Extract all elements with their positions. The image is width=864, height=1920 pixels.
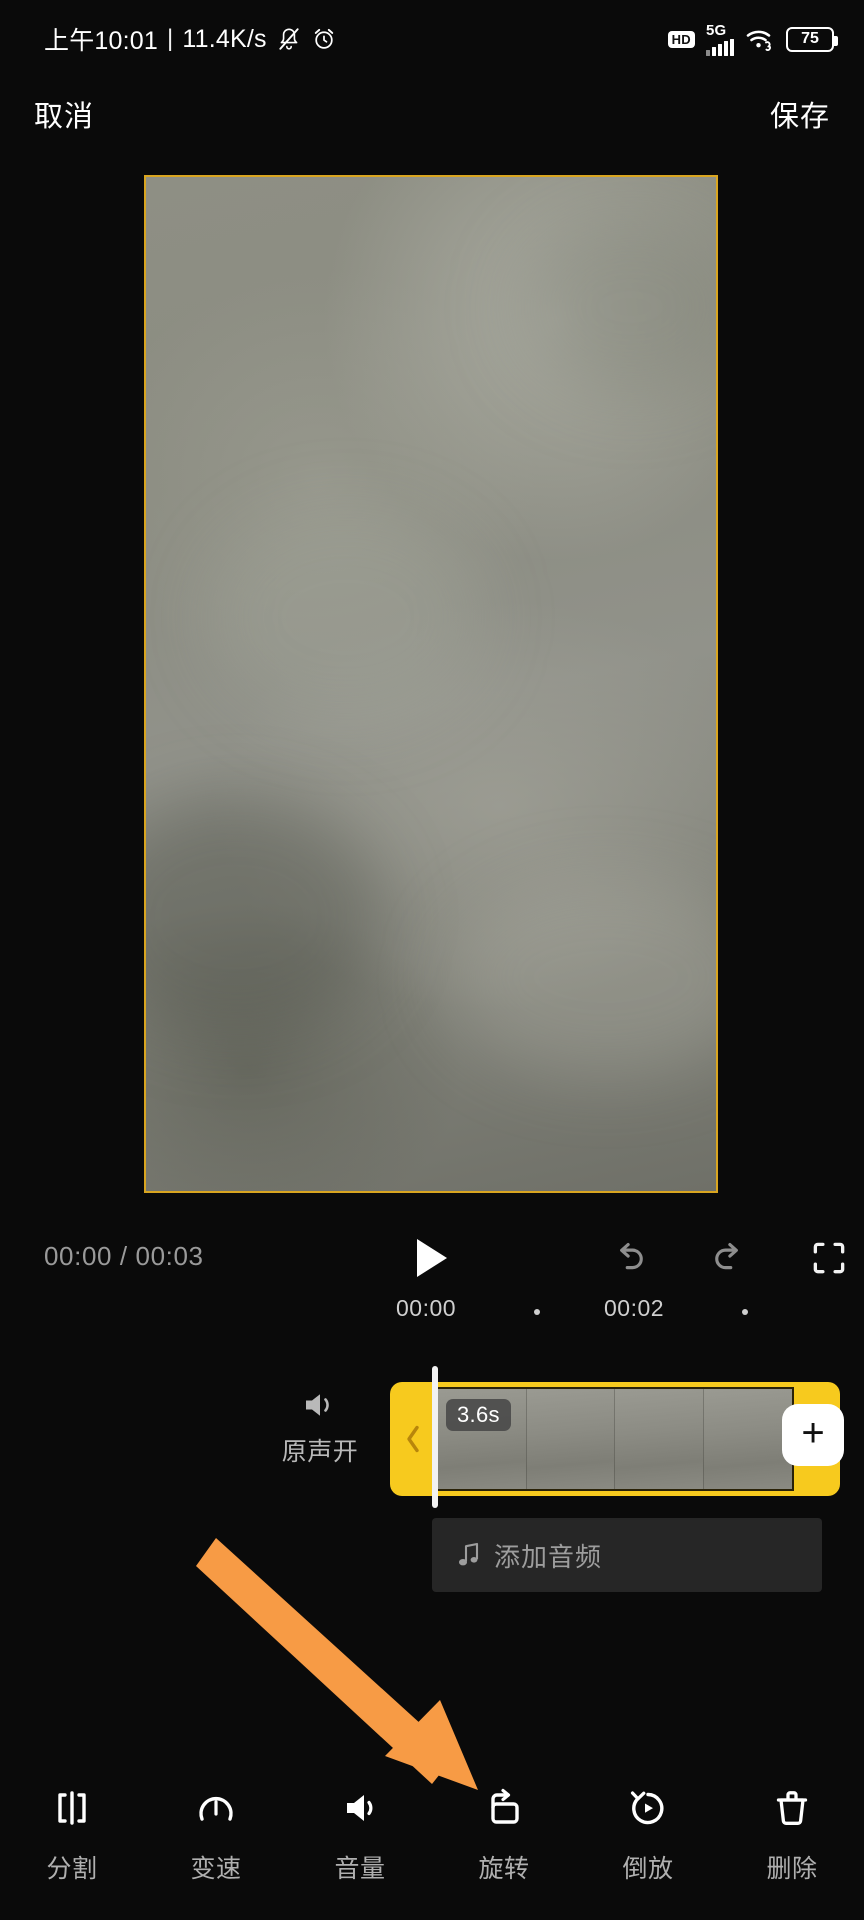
status-bar-left: 上午10:01 | 11.4K/s <box>44 21 337 57</box>
top-navigation-bar: 取消 保存 <box>0 78 864 150</box>
redo-button[interactable] <box>708 1237 750 1279</box>
tool-delete-label: 删除 <box>766 1855 818 1883</box>
hd-badge: HD <box>667 30 695 48</box>
clip-trim-handle-left[interactable] <box>390 1382 436 1496</box>
clip-thumbnail <box>703 1389 792 1489</box>
preview-blur-blotch <box>206 507 486 727</box>
time-display: 00:00 / 00:03 <box>44 1241 204 1271</box>
wifi-icon <box>746 30 771 51</box>
rotate-icon <box>491 1788 519 1824</box>
bottom-toolbar: 分割 变速 音量 旋转 倒放 删除 <box>0 1760 864 1920</box>
tool-speed-label: 变速 <box>190 1855 242 1883</box>
speed-icon <box>199 1796 233 1821</box>
app-root: 上午10:01 | 11.4K/s HD 5G 75 取消 保存 00:00 /… <box>0 0 864 1920</box>
music-note-icon <box>459 1542 479 1566</box>
add-audio-track[interactable]: 添加音频 <box>432 1518 822 1592</box>
plus-icon: + <box>801 1411 825 1455</box>
add-audio-label: 添加音频 <box>494 1541 603 1572</box>
save-button[interactable]: 保存 <box>770 93 830 135</box>
ruler-tick-label: 00:00 <box>396 1295 457 1321</box>
tool-rotate-label: 旋转 <box>478 1855 530 1883</box>
play-button[interactable] <box>406 1233 458 1283</box>
clip-thumbnail <box>615 1389 704 1489</box>
alarm-clock-icon <box>314 28 333 49</box>
playback-controls: 00:00 / 00:03 <box>0 1225 864 1289</box>
timeline-ruler: 00:00 00:02 <box>0 1295 864 1337</box>
tool-speed-button[interactable]: 变速 <box>157 1784 275 1885</box>
preview-blur-blotch <box>146 797 386 1037</box>
chevron-left-icon <box>407 1425 419 1453</box>
signal-bars-icon <box>706 38 734 56</box>
fullscreen-button[interactable] <box>808 1237 850 1279</box>
network-speed: 11.4K/s <box>182 24 267 53</box>
fullscreen-icon <box>813 1242 845 1274</box>
ruler-tick-dot <box>534 1309 540 1315</box>
tool-volume-label: 音量 <box>334 1855 386 1883</box>
status-separator: | <box>166 25 174 52</box>
video-clip-track[interactable]: 3.6s <box>390 1382 840 1496</box>
battery-indicator: 75 <box>786 26 838 52</box>
reverse-icon <box>630 1791 664 1825</box>
add-clip-button[interactable]: + <box>782 1404 844 1466</box>
undo-button[interactable] <box>608 1237 650 1279</box>
tool-reverse-button[interactable]: 倒放 <box>589 1784 707 1885</box>
preview-blur-blotch <box>516 217 716 397</box>
original-sound-toggle[interactable]: 原声开 <box>258 1388 382 1468</box>
ruler-tick-label: 00:02 <box>604 1295 665 1321</box>
ruler-tick-dot <box>742 1309 748 1315</box>
clip-thumbnail <box>526 1389 615 1489</box>
preview-blur-blotch <box>446 877 716 1077</box>
timeline-track-row: 原声开 3.6s + <box>0 1366 864 1508</box>
status-time: 上午10:01 <box>44 27 158 55</box>
network-type-label: 5G <box>706 21 727 39</box>
trash-icon <box>776 1791 808 1825</box>
original-sound-label: 原声开 <box>281 1438 359 1466</box>
cancel-button[interactable]: 取消 <box>34 93 94 135</box>
tool-reverse-label: 倒放 <box>622 1855 674 1883</box>
tool-split-label: 分割 <box>46 1855 98 1883</box>
undo-icon <box>620 1242 643 1270</box>
tool-split-button[interactable]: 分割 <box>13 1784 131 1885</box>
split-icon <box>58 1791 86 1825</box>
video-preview-frame[interactable] <box>144 175 718 1193</box>
status-bar-right: HD 5G 75 <box>667 23 838 56</box>
tool-volume-button[interactable]: 音量 <box>301 1784 419 1885</box>
redo-icon <box>715 1242 738 1270</box>
status-bar: 上午10:01 | 11.4K/s HD 5G 75 <box>0 0 864 78</box>
battery-level: 75 <box>801 30 819 47</box>
clip-duration-badge: 3.6s <box>446 1399 511 1431</box>
playhead-indicator[interactable] <box>432 1366 438 1508</box>
video-preview-area <box>0 150 864 1220</box>
volume-icon <box>347 1795 373 1821</box>
bell-off-icon <box>279 28 299 50</box>
play-icon <box>417 1239 447 1277</box>
cellular-signal: 5G <box>706 23 734 56</box>
tool-delete-button[interactable]: 删除 <box>733 1784 851 1885</box>
tool-rotate-button[interactable]: 旋转 <box>445 1784 563 1885</box>
speaker-on-icon <box>306 1394 329 1416</box>
